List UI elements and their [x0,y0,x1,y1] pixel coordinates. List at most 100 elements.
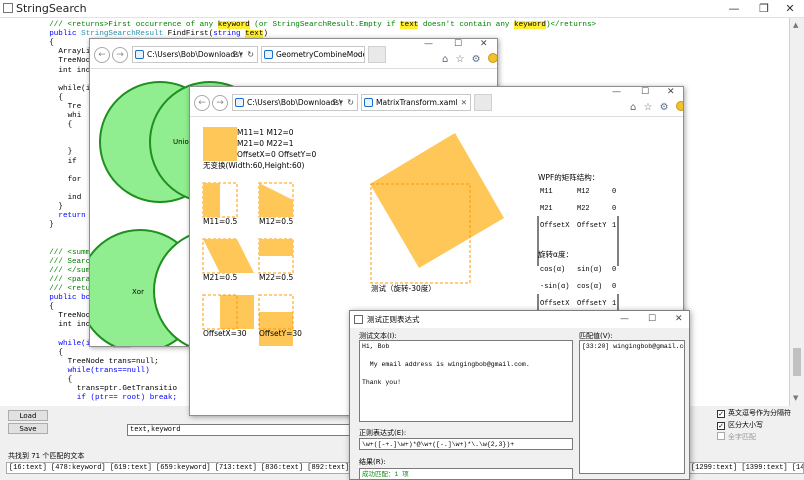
browser-minimize-button[interactable]: — [612,87,621,97]
checkbox-disabled [717,432,725,440]
browser-close-button[interactable]: ✕ [480,39,488,49]
identity-offset-row: OffsetX=0 OffsetY=0 [237,150,317,159]
match-count-label: 共找到 71 个匹配的文本 [8,452,85,460]
code-token: TreeNod [58,57,91,66]
option-label: 全字匹配 [728,433,756,441]
vertical-scrollbar[interactable]: ▲ ▼ [790,18,804,406]
code-token: } [58,203,63,211]
match-values-list[interactable]: [33:20] wingingbob@gmail.com [579,340,685,474]
code-token: { [58,348,63,357]
code-line: { [58,348,63,358]
regex-test-dialog: 测试正则表达式 — ☐ ✕ 测试文本(I): Hi, Bob My email … [349,310,690,480]
m21-label: M21=0.5 [203,273,238,282]
scroll-down-icon[interactable]: ▼ [793,394,798,402]
browser-tools-icons[interactable]: ⌂ ☆ ⚙ [442,53,497,65]
search-icon[interactable]: ⚲ ▾ [232,47,243,62]
result-label: 结果(R): [359,458,386,466]
tab-close-icon[interactable]: ✕ [355,47,361,62]
xor-label: Xor [132,288,144,296]
browser-maximize-button[interactable]: ☐ [641,87,649,97]
code-token: trans=ptr.GetTransitio [76,385,178,393]
load-button[interactable]: Load [8,410,48,421]
tab-matrix-transform[interactable]: MatrixTransform.xaml ✕ [361,94,471,111]
address-bar[interactable]: C:\Users\Bob\Downloads\ ⚲ ▾ ↻ [232,94,358,111]
regex-label: 正则表达式(E): [359,429,407,437]
code-token: public [49,30,82,39]
app-icon [3,3,13,13]
browser-tools-icons[interactable]: ⌂ ☆ ⚙ [630,101,683,113]
code-line: int ind [58,320,90,330]
browser-minimize-button[interactable]: — [424,39,433,49]
code-line: if (ptr== root) break; [77,393,177,403]
matrix-cell: -sin(α) [540,283,570,291]
code-token: while(trans==null) [67,366,150,375]
code-line: { [58,93,63,103]
code-token: int ind [58,66,91,75]
dialog-close-button[interactable]: ✕ [675,314,683,324]
untransformed-square [203,127,237,161]
test-text-input[interactable]: Hi, Bob My email address is wingingbob@g… [359,340,573,422]
checkbox-checked[interactable]: ✓ [717,422,725,430]
code-token: { [49,303,54,312]
home-favorites-settings-icon[interactable]: ⌂ ☆ ⚙ [630,102,671,113]
feedback-smiley-icon[interactable] [487,53,497,63]
code-token: { [49,39,54,48]
code-token: } [49,221,54,230]
whole-word-option[interactable]: 全字匹配 [717,432,756,442]
tab-close-icon[interactable]: ✕ [461,95,467,110]
address-text: C:\Users\Bob\Downloads\ [247,98,342,107]
feedback-smiley-icon[interactable] [675,101,683,111]
dialog-minimize-button[interactable]: — [620,314,629,324]
matrix-cell: M12 [577,188,590,196]
matrix-cell: sin(α) [577,266,603,274]
refresh-icon[interactable]: ↻ [247,47,254,62]
save-button[interactable]: Save [8,423,48,434]
dialog-maximize-button[interactable]: ☐ [648,314,656,324]
new-tab-button[interactable] [368,46,386,63]
browser-close-button[interactable]: ✕ [667,87,675,97]
code-line: } [49,220,54,230]
code-token: } [67,148,73,157]
option-label: 英文逗号作为分隔符 [728,409,791,417]
code-token: { [67,375,73,384]
maximize-button[interactable]: ❐ [750,0,778,18]
code-line: int ind [58,66,90,76]
minimize-button[interactable]: — [720,0,748,18]
identity-m-row2: M21=0 M22=1 [237,139,294,148]
forward-button[interactable]: → [112,47,128,63]
offsetx-label: OffsetX=30 [203,329,247,338]
regex-input[interactable]: \w+([-+.]\w+)*@\w+([-.]\w+)*\.\w{2,3})+ [359,438,573,450]
scroll-up-icon[interactable]: ▲ [793,21,798,29]
browser-maximize-button[interactable]: ☐ [454,39,462,49]
new-tab-button[interactable] [474,94,492,111]
rotation-title: 旋转α度： [538,250,573,259]
address-bar[interactable]: C:\Users\Bob\Downloads\ ⚲ ▾ ↻ [132,46,258,63]
code-token: { [67,121,73,130]
matrix-cell: 1 [612,300,617,308]
window-title: StringSearch [16,2,87,15]
code-token: TreeNode trans=null; [67,357,159,366]
code-line: { [68,120,73,130]
keyword-input[interactable]: text,keyword [127,424,351,436]
tab-geometry-combine[interactable]: GeometryCombineMode... ✕ [261,46,365,63]
checkbox-checked[interactable]: ✓ [717,410,725,418]
matrix-cell: OffsetX [540,300,570,308]
matrix-cell: M22 [577,205,590,213]
forward-button[interactable]: → [212,95,228,111]
comma-separator-option[interactable]: ✓ 英文逗号作为分隔符 [717,408,791,418]
m12-shape [259,183,293,217]
back-button[interactable]: ← [94,47,110,63]
scrollbar-thumb[interactable] [793,348,801,376]
search-icon[interactable]: ⚲ ▾ [332,95,343,110]
code-token: StringSearchResult [81,30,164,39]
refresh-icon[interactable]: ↻ [347,95,354,110]
close-button[interactable]: ✕ [776,0,804,18]
ie-page-icon [264,50,273,59]
home-favorites-settings-icon[interactable]: ⌂ ☆ ⚙ [442,54,483,65]
matrix-cell: 0 [612,188,617,196]
code-token: ArrayLi [58,48,91,57]
case-sensitive-option[interactable]: ✓ 区分大小写 [717,420,763,430]
search-highlight: keyword [514,21,546,29]
main-title-bar: StringSearch — ❐ ✕ [0,0,804,18]
back-button[interactable]: ← [194,95,210,111]
